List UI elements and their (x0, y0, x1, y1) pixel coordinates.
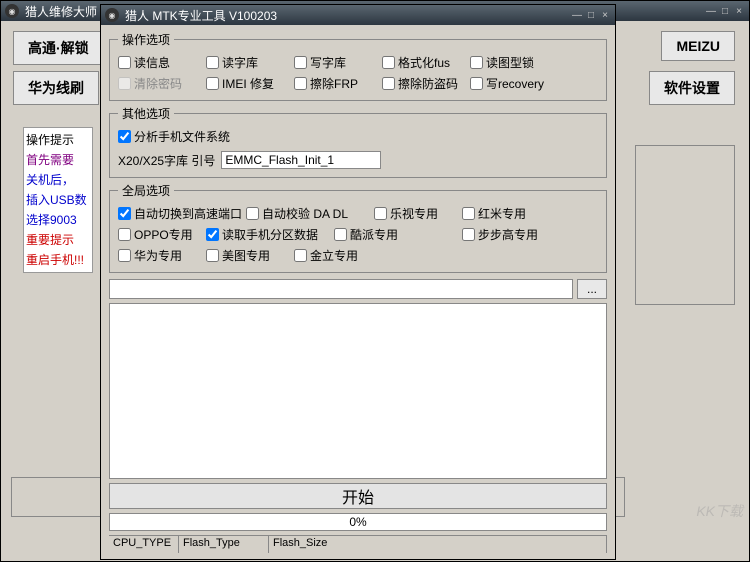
software-settings-button[interactable]: 软件设置 (649, 71, 735, 105)
other-options-group: 其他选项 分析手机文件系统 X20/X25字库 引号 (109, 105, 607, 178)
operation-options-group: 操作选项 读信息 读字库 写字库 格式化fus 读图型锁 清除密码 IMEI 修… (109, 31, 607, 101)
progress-bar: 0% (109, 513, 607, 531)
browse-button[interactable]: ... (577, 279, 607, 299)
auto-verify-dadl-checkbox[interactable]: 自动校验 DA DL (246, 205, 374, 222)
log-output (109, 303, 607, 479)
meitu-checkbox[interactable]: 美图专用 (206, 247, 294, 264)
global-options-group: 全局选项 自动切换到高速端口 自动校验 DA DL 乐视专用 红米专用 OPPO… (109, 182, 607, 273)
tool-titlebar: ◉ 猎人 MTK专业工具 V100203 — □ × (101, 5, 615, 25)
read-pattern-lock-checkbox[interactable]: 读图型锁 (470, 54, 558, 71)
right-panel (635, 145, 735, 305)
other-legend: 其他选项 (118, 105, 174, 122)
tips-line: 重启手机!!! (26, 250, 90, 270)
close-icon[interactable]: × (599, 9, 611, 21)
read-font-checkbox[interactable]: 读字库 (206, 54, 294, 71)
operation-legend: 操作选项 (118, 31, 174, 48)
huawei-checkbox[interactable]: 华为专用 (118, 247, 206, 264)
start-button[interactable]: 开始 (109, 483, 607, 509)
tips-line: 重要提示 (26, 230, 90, 250)
read-info-checkbox[interactable]: 读信息 (118, 54, 206, 71)
tips-line: 关机后， (26, 170, 90, 190)
global-legend: 全局选项 (118, 182, 174, 199)
coolpad-checkbox[interactable]: 酷派专用 (334, 226, 462, 243)
maximize-icon[interactable]: □ (719, 5, 731, 17)
tool-window: ◉ 猎人 MTK专业工具 V100203 — □ × 操作选项 读信息 读字库 … (100, 4, 616, 560)
tool-title: 猎人 MTK专业工具 V100203 (125, 7, 571, 24)
erase-antitheft-checkbox[interactable]: 擦除防盗码 (382, 75, 470, 92)
minimize-icon[interactable]: — (571, 9, 583, 21)
letv-checkbox[interactable]: 乐视专用 (374, 205, 462, 222)
font-index-input[interactable] (221, 151, 381, 169)
status-flash-type: Flash_Type (179, 536, 269, 553)
minimize-icon[interactable]: — (705, 5, 717, 17)
hongmi-checkbox[interactable]: 红米专用 (462, 205, 550, 222)
status-cpu: CPU_TYPE (109, 536, 179, 553)
oppo-checkbox[interactable]: OPPO专用 (118, 226, 206, 243)
progress-text: 0% (349, 515, 366, 529)
status-bar: CPU_TYPE Flash_Type Flash_Size (109, 535, 607, 553)
tips-line: 首先需要 (26, 150, 90, 170)
tips-line: 插入USB数 (26, 190, 90, 210)
tips-panel: 操作提示 首先需要 关机后， 插入USB数 选择9003 重要提示 重启手机!!… (23, 127, 93, 273)
path-input[interactable] (109, 279, 573, 299)
read-partition-checkbox[interactable]: 读取手机分区数据 (206, 226, 334, 243)
status-flash-size: Flash_Size (269, 536, 607, 553)
font-index-label: X20/X25字库 引号 (118, 152, 215, 169)
write-recovery-checkbox[interactable]: 写recovery (470, 75, 558, 92)
write-font-checkbox[interactable]: 写字库 (294, 54, 382, 71)
app-icon: ◉ (105, 8, 119, 22)
tips-line: 选择9003 (26, 210, 90, 230)
clear-password-checkbox: 清除密码 (118, 75, 206, 92)
app-icon: ◉ (5, 4, 19, 18)
maximize-icon[interactable]: □ (585, 9, 597, 21)
qualcomm-button[interactable]: 高通·解锁 (13, 31, 104, 65)
watermark: KK下载 (696, 501, 743, 521)
gionee-checkbox[interactable]: 金立专用 (294, 247, 422, 264)
auto-highspeed-checkbox[interactable]: 自动切换到高速端口 (118, 205, 246, 222)
bbk-checkbox[interactable]: 步步高专用 (462, 226, 550, 243)
close-icon[interactable]: × (733, 5, 745, 17)
tips-header: 操作提示 (26, 130, 90, 150)
erase-frp-checkbox[interactable]: 擦除FRP (294, 75, 382, 92)
imei-repair-checkbox[interactable]: IMEI 修复 (206, 75, 294, 92)
format-checkbox[interactable]: 格式化fus (382, 54, 470, 71)
analyze-fs-checkbox[interactable]: 分析手机文件系统 (118, 128, 598, 145)
huawei-flash-button[interactable]: 华为线刷 (13, 71, 99, 105)
meizu-button[interactable]: MEIZU (661, 31, 735, 61)
